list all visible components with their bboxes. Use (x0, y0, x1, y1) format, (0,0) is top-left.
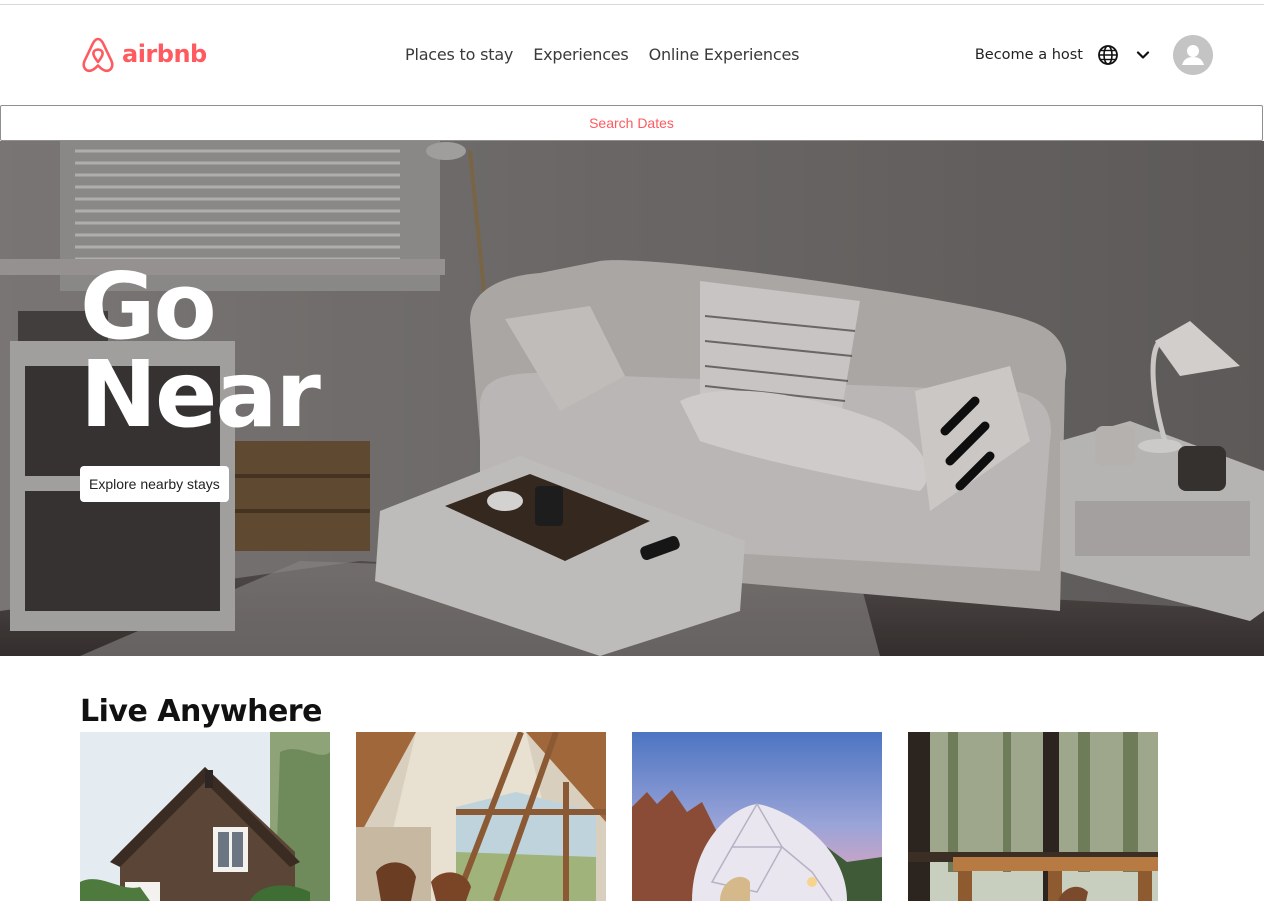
a-frame-interior-image (356, 732, 606, 901)
nav-online-experiences[interactable]: Online Experiences (649, 45, 800, 64)
airbnb-logo-icon (82, 37, 114, 73)
hero-title-line-1: Go (80, 253, 217, 360)
hero-title: Go Near (80, 253, 321, 448)
logo-text: airbnb (122, 40, 207, 68)
nav-places-to-stay[interactable]: Places to stay (405, 45, 513, 64)
airbnb-logo[interactable]: airbnb (80, 35, 207, 73)
card-forest-deck[interactable] (908, 732, 1158, 901)
live-anywhere-title: Live Anywhere (80, 694, 322, 729)
globe-icon[interactable] (1097, 44, 1119, 66)
become-host-link[interactable]: Become a host (975, 47, 1083, 63)
chevron-down-icon[interactable] (1135, 47, 1151, 63)
search-dates-bar[interactable]: Search Dates (0, 105, 1263, 141)
cabin-house-image (80, 732, 330, 901)
card-geodesic-dome[interactable] (632, 732, 882, 901)
user-avatar-icon[interactable] (1173, 35, 1213, 75)
search-dates-label: Search Dates (589, 115, 674, 131)
hero-title-line-2: Near (80, 341, 321, 448)
nav-experiences[interactable]: Experiences (533, 45, 629, 64)
hero-banner: Go Near Explore nearby stays (0, 141, 1264, 656)
forest-deck-image (908, 732, 1158, 901)
geodesic-dome-image (632, 732, 882, 901)
card-cabin-house[interactable] (80, 732, 330, 901)
main-nav: Places to stay Experiences Online Experi… (405, 45, 799, 64)
header-actions: Become a host (975, 35, 1213, 75)
live-anywhere-cards (80, 732, 1158, 901)
site-header: airbnb Places to stay Experiences Online… (0, 5, 1264, 105)
explore-nearby-stays-button[interactable]: Explore nearby stays (80, 466, 229, 502)
card-a-frame-interior[interactable] (356, 732, 606, 901)
